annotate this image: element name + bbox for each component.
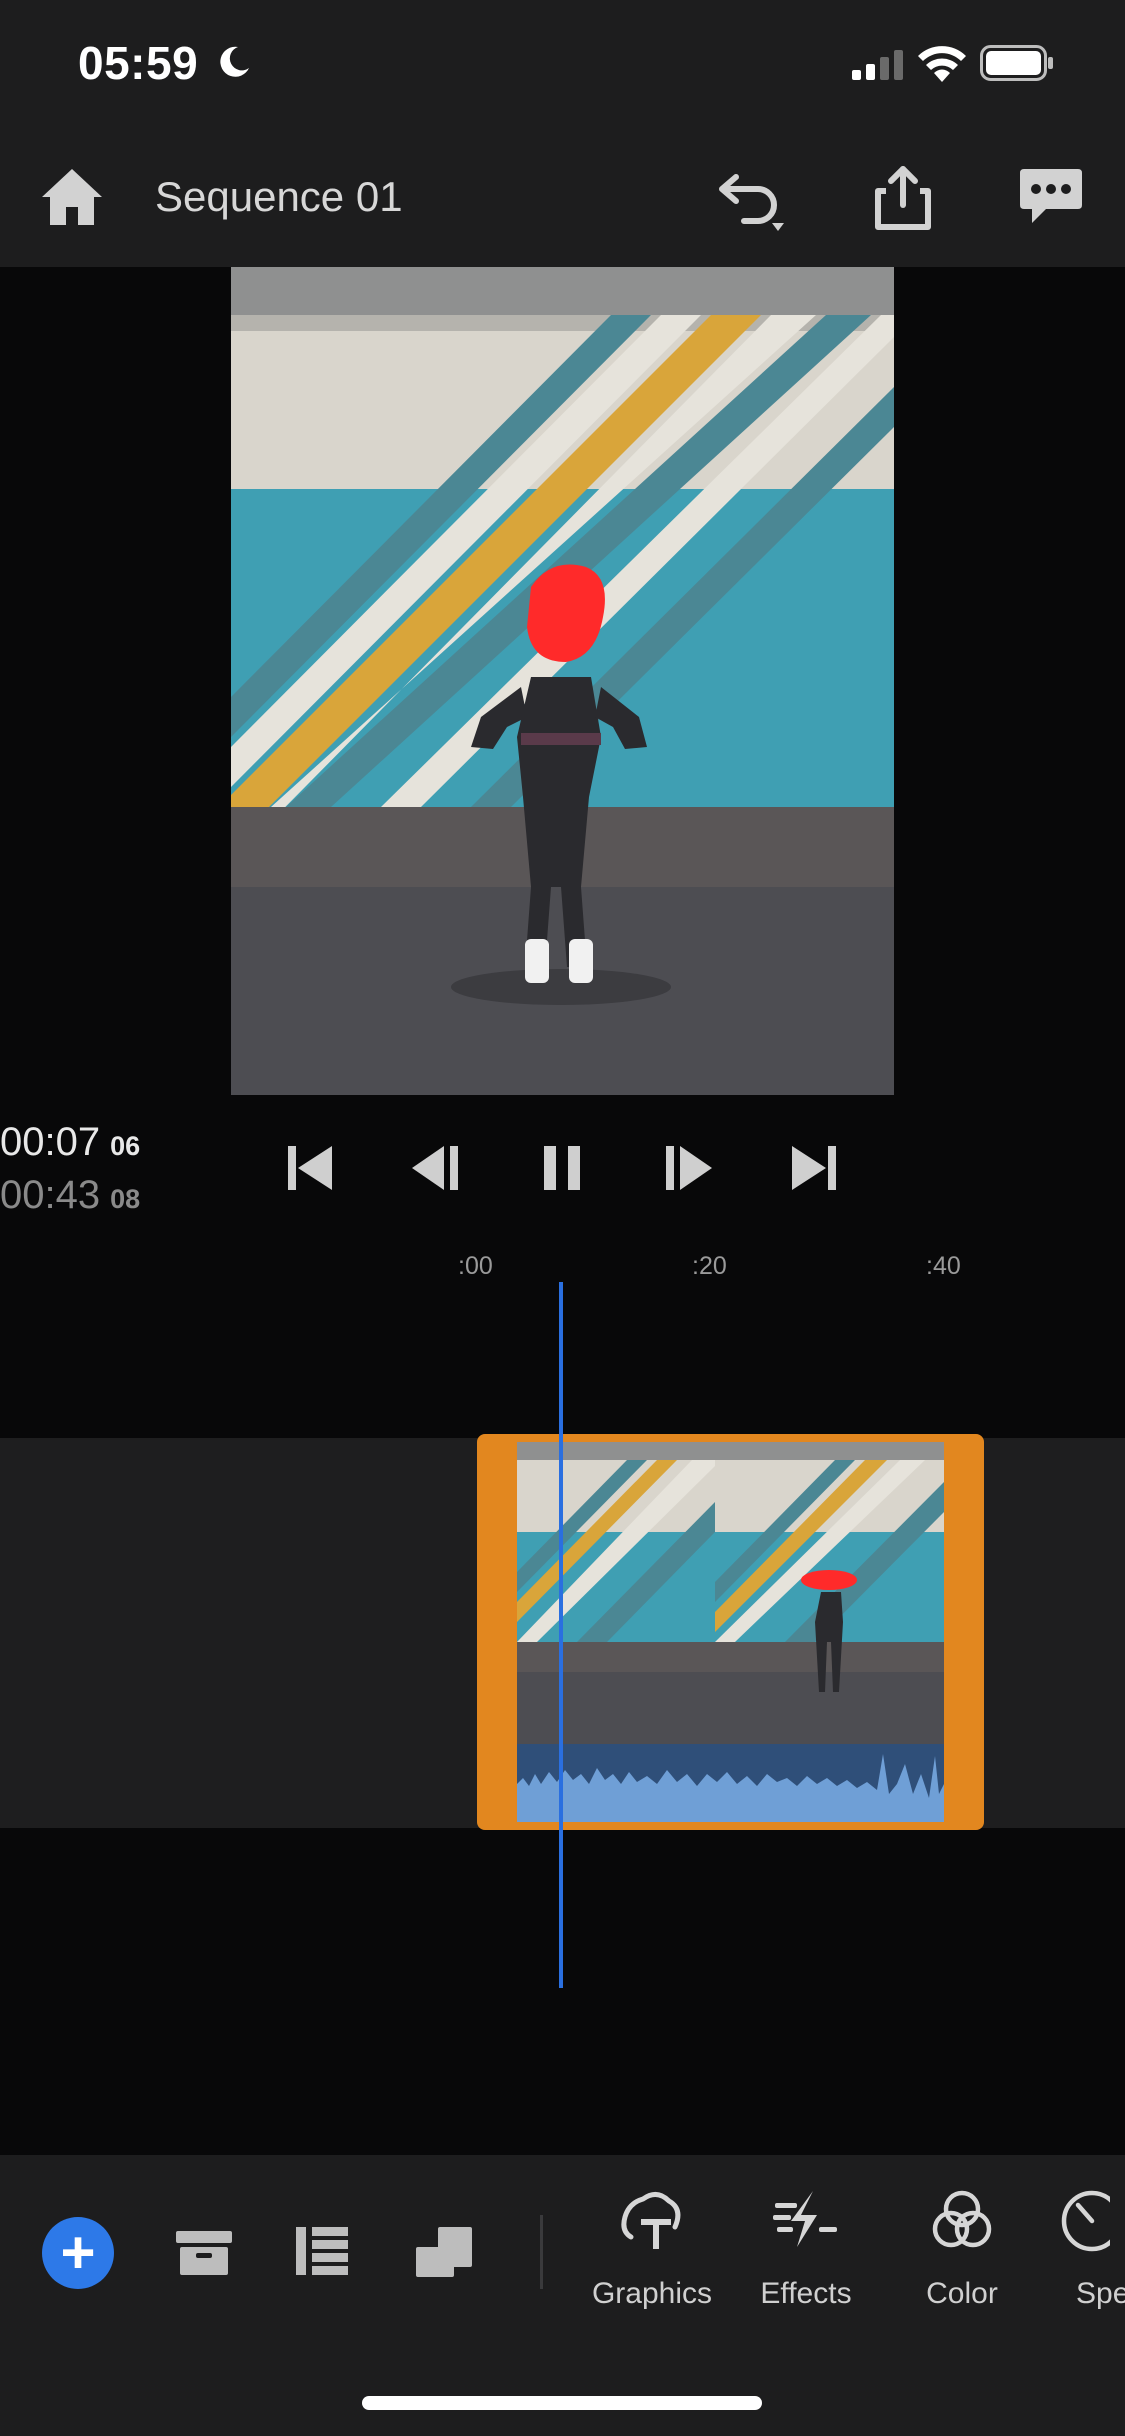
aspect-ratio-icon[interactable] bbox=[412, 2221, 476, 2281]
current-time: 00:07 bbox=[0, 1120, 101, 1164]
video-preview[interactable] bbox=[231, 267, 894, 1095]
effects-tool[interactable]: Effects bbox=[731, 2185, 881, 2345]
playhead[interactable] bbox=[559, 1282, 563, 1988]
battery-icon bbox=[980, 45, 1053, 81]
preview-monitor bbox=[0, 267, 1125, 1097]
ruler-label-40: :40 bbox=[926, 1252, 961, 1280]
plus-icon: + bbox=[60, 2219, 96, 2286]
tracks-list-icon[interactable] bbox=[290, 2221, 354, 2281]
graphics-label: Graphics bbox=[591, 2277, 713, 2310]
go-to-end-icon[interactable] bbox=[784, 1140, 844, 1196]
speed-tool[interactable]: Spe bbox=[1040, 2185, 1125, 2345]
media-library-icon[interactable] bbox=[172, 2221, 236, 2281]
speed-label: Spe bbox=[1076, 2277, 1125, 2310]
toolbar-divider bbox=[540, 2215, 543, 2289]
duration-timecode: 00:43 08 bbox=[0, 1173, 140, 1218]
pause-icon[interactable] bbox=[532, 1140, 592, 1196]
video-clip[interactable] bbox=[477, 1434, 984, 1830]
current-frames: 06 bbox=[110, 1131, 141, 1161]
graphics-icon bbox=[621, 2192, 681, 2249]
audio-waveform bbox=[517, 1744, 944, 1822]
share-icon[interactable] bbox=[872, 163, 934, 233]
color-tool[interactable]: Color bbox=[887, 2185, 1037, 2345]
effects-icon bbox=[773, 2191, 837, 2247]
sequence-title[interactable]: Sequence 01 bbox=[155, 173, 403, 221]
color-icon bbox=[932, 2190, 992, 2248]
step-forward-icon[interactable] bbox=[658, 1140, 718, 1196]
clip-thumbnail bbox=[517, 1442, 715, 1744]
color-label: Color bbox=[926, 2277, 998, 2310]
status-time: 05:59 bbox=[78, 37, 199, 89]
clip-thumbnail bbox=[715, 1442, 944, 1744]
ruler-label-0: :00 bbox=[458, 1252, 493, 1280]
app-header: Sequence 01 bbox=[0, 135, 1125, 267]
moon-icon bbox=[220, 46, 249, 77]
add-media-button[interactable]: + bbox=[42, 2217, 114, 2289]
go-to-start-icon[interactable] bbox=[280, 1140, 340, 1196]
undo-icon[interactable] bbox=[714, 163, 790, 235]
clip-content bbox=[517, 1442, 944, 1822]
effects-label: Effects bbox=[760, 2277, 852, 2310]
speed-icon bbox=[1061, 2190, 1110, 2252]
cellular-signal-icon bbox=[852, 50, 903, 80]
ruler-label-20: :20 bbox=[692, 1252, 727, 1280]
step-back-icon[interactable] bbox=[406, 1140, 466, 1196]
graphics-tool[interactable]: Graphics bbox=[577, 2185, 727, 2345]
status-bar: 05:59 bbox=[0, 0, 1125, 135]
home-indicator[interactable] bbox=[362, 2396, 762, 2410]
duration-time: 00:43 bbox=[0, 1173, 101, 1217]
home-icon[interactable] bbox=[38, 165, 106, 229]
bottom-toolbar: + Graphics Effects Color Spe bbox=[0, 2155, 1125, 2436]
duration-frames: 08 bbox=[110, 1184, 141, 1214]
wifi-icon bbox=[918, 46, 966, 82]
current-timecode: 00:07 06 bbox=[0, 1120, 140, 1165]
comment-icon[interactable] bbox=[1018, 165, 1084, 229]
